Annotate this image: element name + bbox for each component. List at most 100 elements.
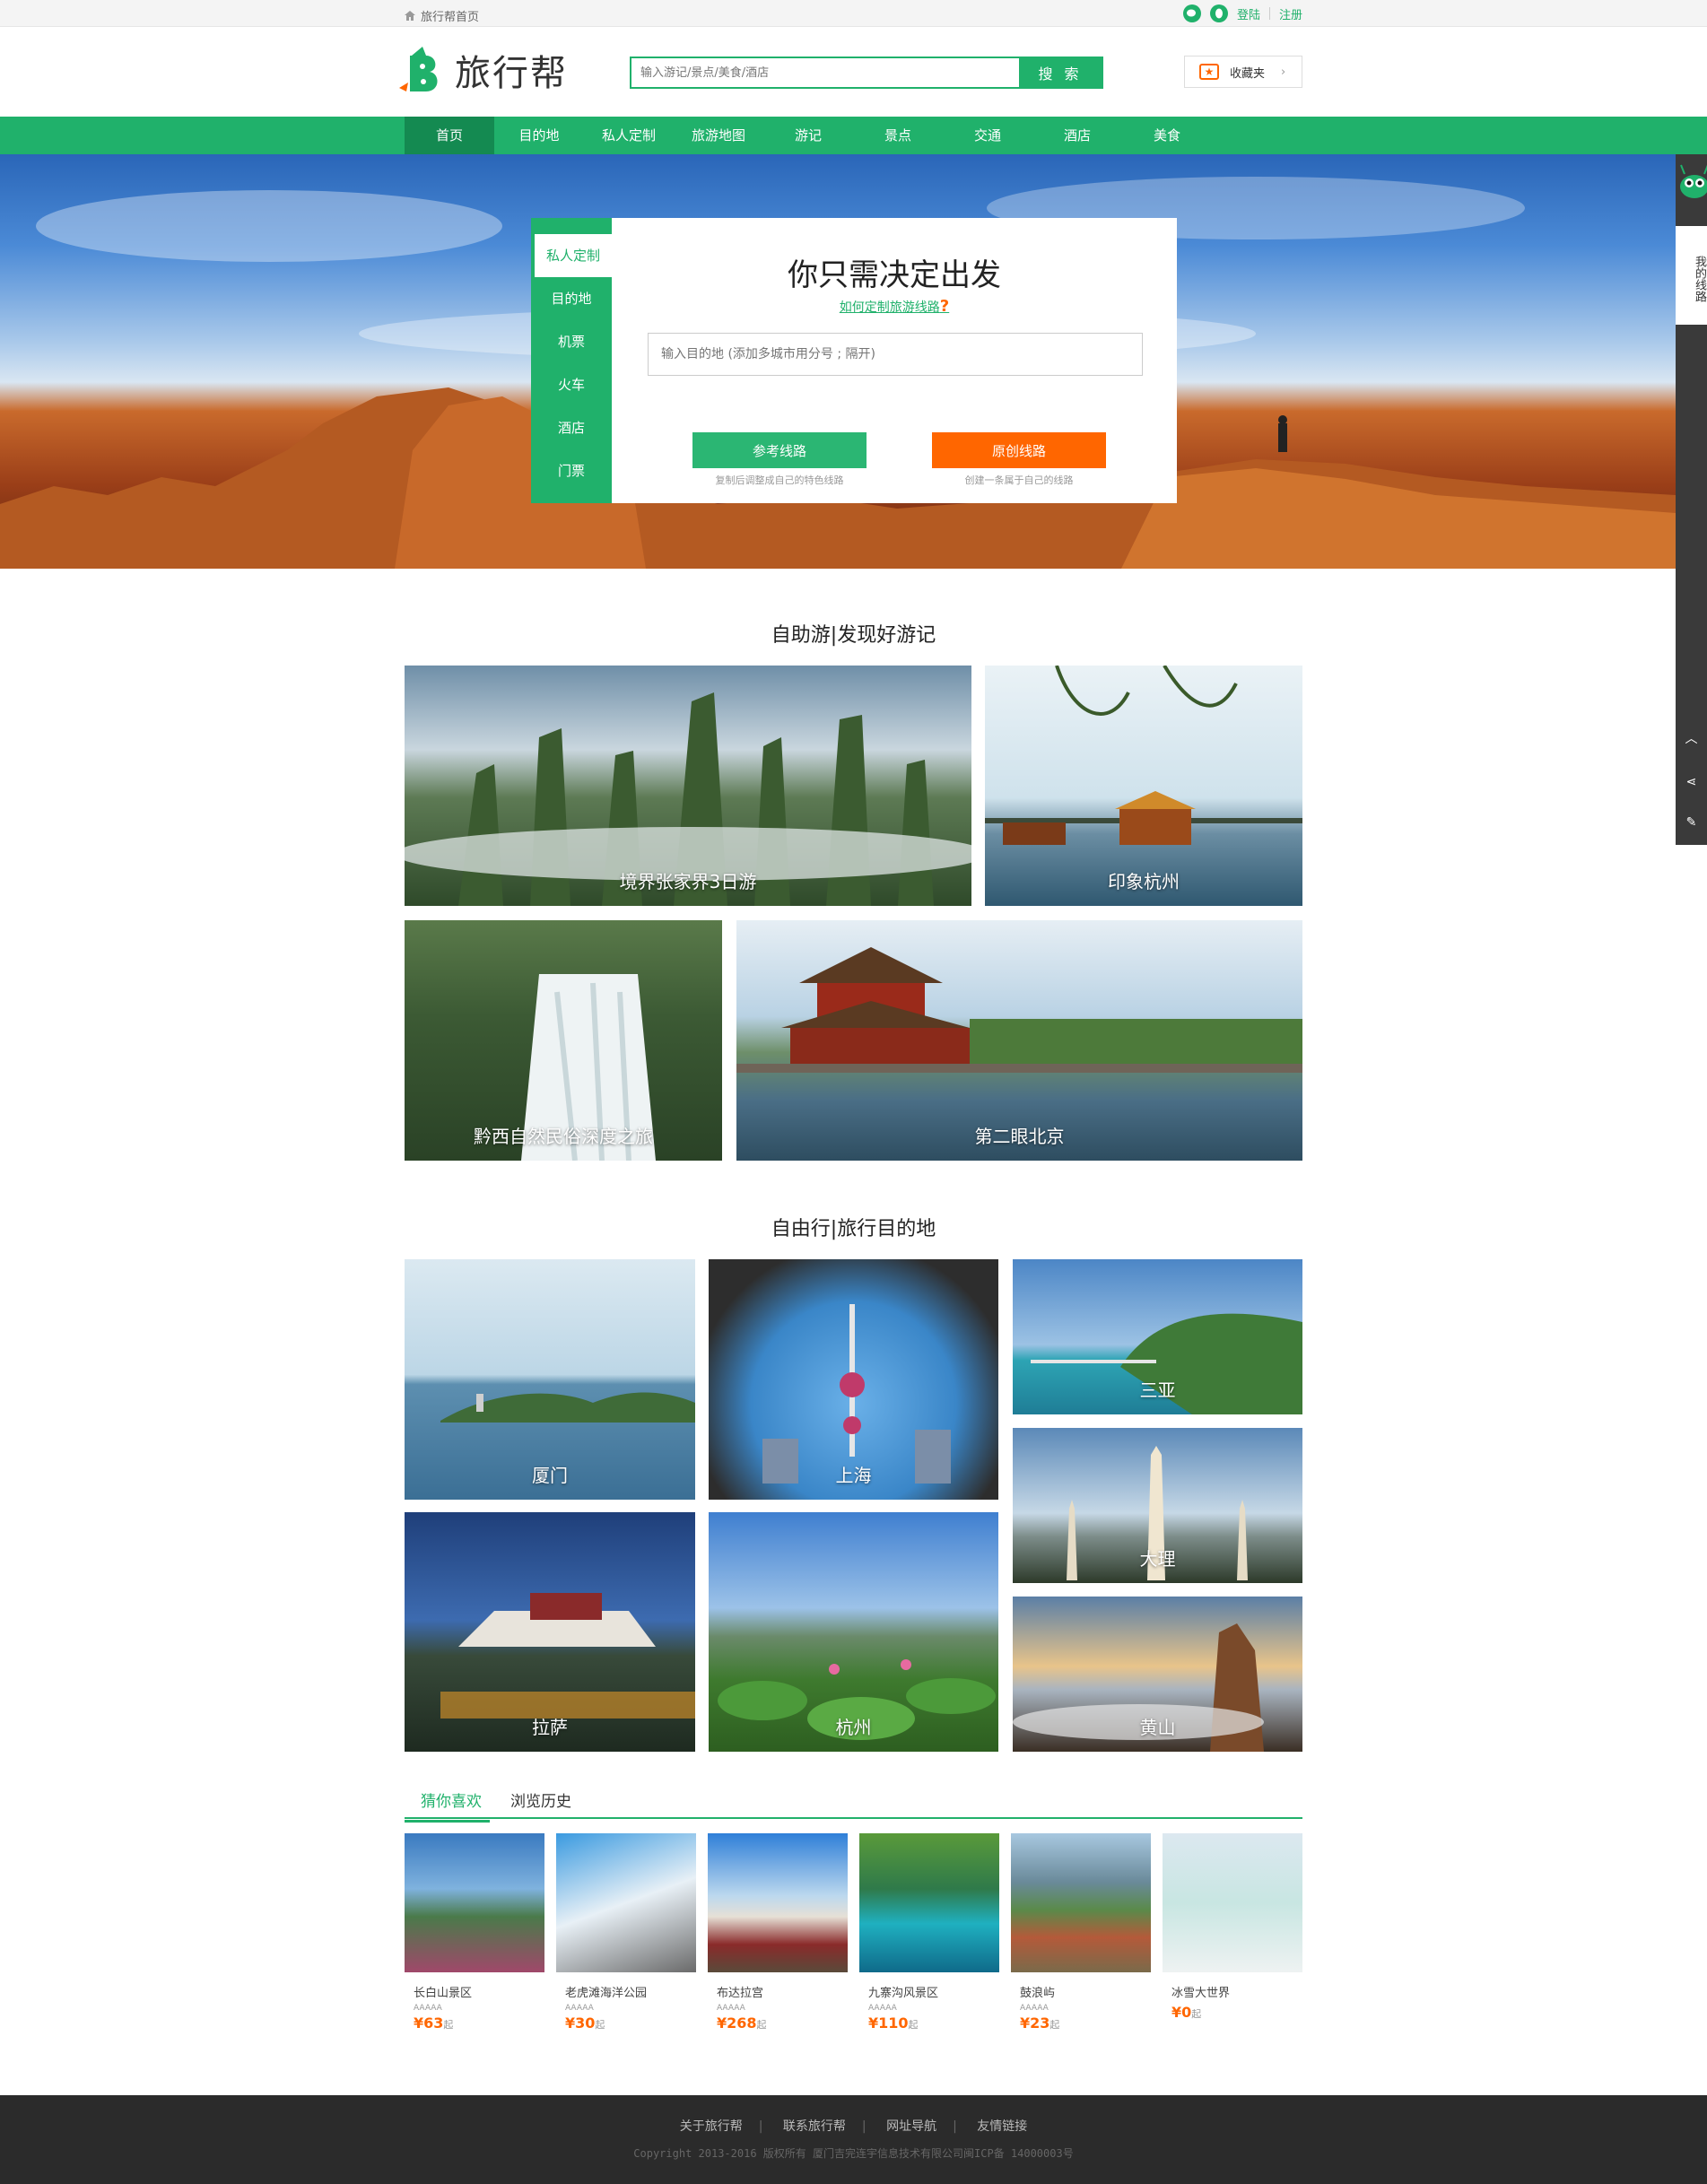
trip-planner-panel: 私人定制 目的地 机票 火车 酒店 门票 你只需决定出发 如何定制旅游线路? 参… [531, 218, 1177, 503]
card-price-unit: 起 [908, 2019, 919, 2031]
home-link[interactable]: 旅行帮首页 [405, 7, 479, 24]
card-price-unit: 起 [756, 2019, 767, 2031]
mascot-icon[interactable] [1677, 163, 1707, 199]
nav-item-destination[interactable]: 目的地 [494, 117, 584, 154]
wechat-icon[interactable] [1182, 4, 1201, 22]
card-rating: AAAAA [868, 2004, 897, 2013]
logo-text: 旅行帮 [455, 53, 568, 94]
footer-link-sitemap[interactable]: 网址导航 [886, 2119, 936, 2134]
card-price: ¥268 [717, 2014, 757, 2032]
card-price-row: ¥63起 [405, 2014, 544, 2032]
search-button[interactable]: 搜 索 [1019, 58, 1102, 87]
original-route-hint: 创建一条属于自己的线路 [964, 474, 1074, 486]
divider [1268, 7, 1270, 20]
login-link[interactable]: 登陆 [1237, 5, 1260, 22]
recommend-card[interactable]: 布达拉宫 AAAAA ¥268起 [708, 1833, 848, 2032]
planner-tab-flight[interactable]: 机票 [531, 320, 612, 363]
nav-item-attraction[interactable]: 景点 [853, 117, 943, 154]
card-price: ¥63 [414, 2014, 444, 2032]
destination-tile[interactable]: 拉萨 [405, 1512, 695, 1752]
right-float-toolbar: 我的线路 ︿ ⋖ ✎ [1676, 154, 1707, 845]
star-icon: ★ [1199, 64, 1219, 80]
nav-item-food[interactable]: 美食 [1122, 117, 1212, 154]
top-bar: 旅行帮首页 登陆 注册 [0, 0, 1707, 27]
travelogue-tile[interactable]: 境界张家界3日游 [405, 666, 971, 906]
original-route-button[interactable]: 原创线路 [932, 432, 1106, 468]
how-to-link[interactable]: 如何定制旅游线路 [840, 300, 940, 315]
reference-route-button[interactable]: 参考线路 [692, 432, 867, 468]
section-travelogue-title: 自助游|发现好游记 [771, 624, 936, 647]
nav-item-home[interactable]: 首页 [405, 117, 494, 154]
recommend-card[interactable]: 鼓浪屿 AAAAA ¥23起 [1011, 1833, 1151, 2032]
copyright: Copyright 2013-2016 版权所有 厦门吉完连宇信息技术有限公司闽… [633, 2147, 1074, 2160]
footer-link-friends[interactable]: 友情链接 [977, 2119, 1027, 2134]
main-nav: 首页 目的地 私人定制 旅游地图 游记 景点 交通 酒店 美食 [0, 117, 1707, 154]
tile-caption: 黔西自然民俗深度之旅 [474, 1126, 653, 1147]
search-input[interactable] [631, 58, 1019, 87]
recommend-card[interactable]: 老虎滩海洋公园 AAAAA ¥30起 [556, 1833, 696, 2032]
travelogue-tile[interactable]: 黔西自然民俗深度之旅 [405, 920, 722, 1161]
destination-tile[interactable]: 厦门 [405, 1259, 695, 1500]
recommend-card[interactable]: 九寨沟风景区 AAAAA ¥110起 [859, 1833, 999, 2032]
qq-icon[interactable] [1209, 4, 1228, 22]
destination-tile[interactable]: 杭州 [709, 1512, 998, 1752]
travelogue-tile[interactable]: 第二眼北京 [736, 920, 1302, 1161]
destination-tile[interactable]: 黄山 [1013, 1597, 1302, 1752]
card-name: 九寨沟风景区 [868, 1987, 939, 2000]
tile-caption: 大理 [1139, 1548, 1176, 1570]
card-price: ¥30 [565, 2014, 596, 2032]
favorites-button[interactable]: ★ 收藏夹 › [1184, 56, 1302, 88]
tab-browse-history[interactable]: 浏览历史 [510, 1788, 571, 1811]
nav-item-custom[interactable]: 私人定制 [584, 117, 674, 154]
recommend-card[interactable]: 冰雪大世界 ¥0起 [1163, 1833, 1302, 2021]
card-name: 冰雪大世界 [1171, 1987, 1231, 2000]
planner-tab-custom[interactable]: 私人定制 [535, 234, 612, 277]
travelogue-tile[interactable]: 印象杭州 [985, 666, 1302, 906]
footer-link-contact[interactable]: 联系旅行帮 [783, 2119, 846, 2134]
card-name: 长白山景区 [414, 1987, 473, 2000]
tab-guess-you-like[interactable]: 猜你喜欢 [405, 1788, 490, 1823]
hero-banner: 私人定制 目的地 机票 火车 酒店 门票 你只需决定出发 如何定制旅游线路? 参… [0, 154, 1676, 569]
nav-item-map[interactable]: 旅游地图 [674, 117, 763, 154]
destination-tile[interactable]: 上海 [709, 1259, 998, 1500]
tile-caption: 三亚 [1139, 1379, 1176, 1401]
chevron-up-icon[interactable]: ︿ [1676, 721, 1707, 757]
nav-item-travelogue[interactable]: 游记 [763, 117, 853, 154]
footer-link-about[interactable]: 关于旅行帮 [680, 2119, 743, 2134]
planner-tab-train[interactable]: 火车 [531, 363, 612, 406]
tile-caption: 拉萨 [532, 1717, 568, 1738]
planner-tab-ticket[interactable]: 门票 [531, 449, 612, 492]
card-price-unit: 起 [1191, 2008, 1202, 2020]
nav-item-hotel[interactable]: 酒店 [1032, 117, 1122, 154]
card-name: 布达拉宫 [717, 1987, 764, 2000]
logo[interactable]: 旅行帮 [396, 43, 568, 97]
destination-tile[interactable]: 大理 [1013, 1428, 1302, 1583]
card-image [1163, 1833, 1302, 1972]
footer-separator: | [953, 2119, 957, 2134]
card-price-row: ¥268起 [708, 2014, 848, 2032]
question-icon[interactable]: ? [940, 297, 949, 316]
edit-icon[interactable]: ✎ [1676, 805, 1707, 840]
card-price-row: ¥30起 [556, 2014, 696, 2032]
card-image [405, 1833, 544, 1972]
planner-tab-destination[interactable]: 目的地 [531, 277, 612, 320]
recommend-card[interactable]: 长白山景区 AAAAA ¥63起 [405, 1833, 544, 2032]
footer: 关于旅行帮 | 联系旅行帮 | 网址导航 | 友情链接 Copyright 2013-… [0, 2095, 1707, 2184]
card-rating: AAAAA [414, 2004, 442, 2013]
card-image [859, 1833, 999, 1972]
destination-tile[interactable]: 三亚 [1013, 1259, 1302, 1414]
card-price-row: ¥110起 [859, 2014, 999, 2032]
footer-links: 关于旅行帮 | 联系旅行帮 | 网址导航 | 友情链接 [0, 2117, 1707, 2135]
card-rating: AAAAA [565, 2004, 594, 2013]
header: 旅行帮 搜 索 ★ 收藏夹 › [0, 27, 1707, 117]
nav-item-transport[interactable]: 交通 [943, 117, 1032, 154]
register-link[interactable]: 注册 [1279, 5, 1302, 22]
top-bar-right: 登陆 注册 [1182, 4, 1302, 22]
home-icon [405, 11, 415, 21]
share-icon[interactable]: ⋖ [1676, 764, 1707, 800]
my-routes-tab[interactable]: 我的线路 [1676, 226, 1707, 325]
card-price-row: ¥0起 [1163, 2004, 1302, 2021]
destination-input[interactable] [648, 333, 1143, 376]
card-price: ¥23 [1020, 2014, 1050, 2032]
planner-tab-hotel[interactable]: 酒店 [531, 406, 612, 449]
